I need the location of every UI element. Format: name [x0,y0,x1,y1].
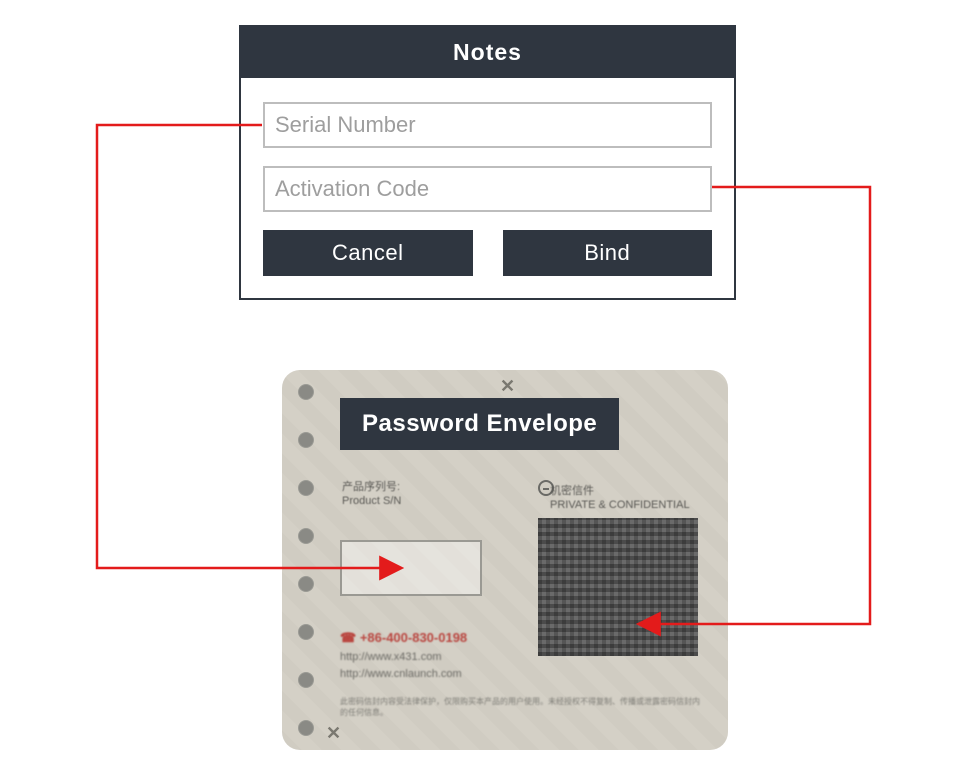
contact-info: ☎ +86-400-830-0198 http://www.x431.com h… [340,628,467,684]
binder-hole [298,576,314,592]
confidential-label-line: PRIVATE & CONFIDENTIAL [550,498,690,512]
url-line: http://www.x431.com [340,649,467,667]
fineprint-text: 此密码信封内容受法律保护，仅限购买本产品的用户使用。未经授权不得复制、传播或泄露… [340,696,704,718]
bind-button[interactable]: Bind [503,230,713,276]
cancel-button[interactable]: Cancel [263,230,473,276]
binder-hole [298,720,314,736]
notes-dialog: Notes Cancel Bind [239,25,736,300]
confidential-label: 机密信件 PRIVATE & CONFIDENTIAL [550,484,690,513]
serial-number-input[interactable] [263,102,712,148]
button-row: Cancel Bind [263,230,712,276]
binder-hole [298,672,314,688]
envelope-title-badge: Password Envelope [340,398,619,450]
product-sn-label-line: 产品序列号: [342,480,401,494]
phone-number: ☎ +86-400-830-0198 [340,628,467,649]
confidential-label-line: 机密信件 [550,484,690,498]
dialog-title: Notes [241,27,734,78]
serial-number-area [340,540,482,596]
binder-hole [298,528,314,544]
product-sn-label: 产品序列号: Product S/N [342,480,401,509]
phone-number-text: +86-400-830-0198 [360,630,467,645]
binder-holes [298,384,316,736]
perforation-mark: ✕ [500,376,515,397]
activation-code-scratch-area [538,518,698,656]
product-sn-label-line: Product S/N [342,494,401,508]
binder-hole [298,432,314,448]
binder-hole [298,480,314,496]
url-line: http://www.cnlaunch.com [340,666,467,684]
password-envelope-image: ✕ ✕ Password Envelope 产品序列号: Product S/N… [282,370,728,750]
activation-code-input[interactable] [263,166,712,212]
binder-hole [298,624,314,640]
dialog-body: Cancel Bind [241,78,734,298]
perforation-mark: ✕ [326,723,341,744]
binder-hole [298,384,314,400]
